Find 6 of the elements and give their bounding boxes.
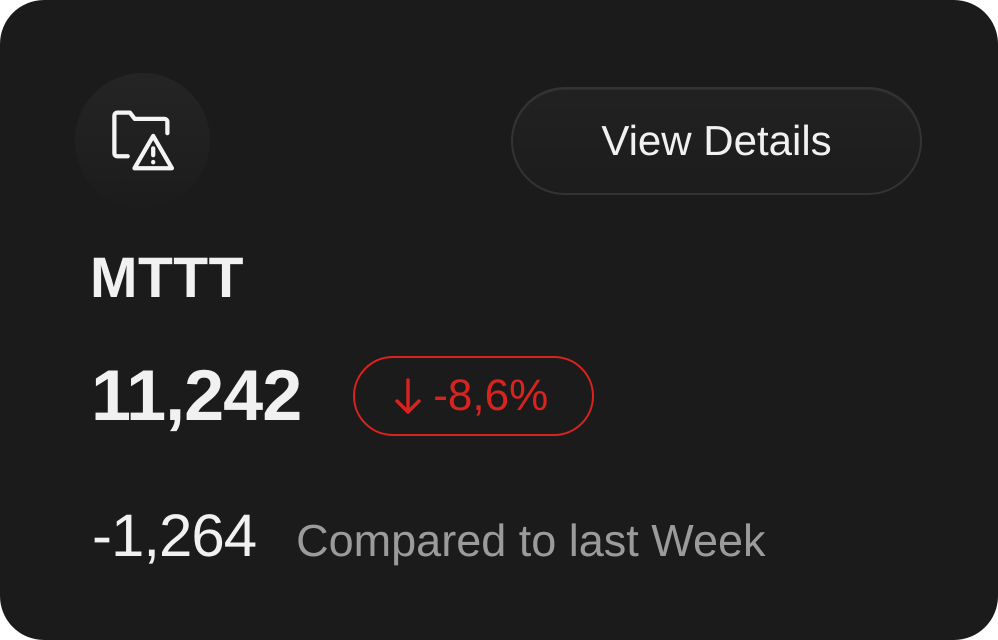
view-details-button[interactable]: View Details <box>511 86 922 194</box>
metric-title: MTTT <box>90 248 244 308</box>
delta-value: -1,264 <box>92 506 256 566</box>
comparison-label: Compared to last Week <box>296 514 766 568</box>
change-value: -8,6% <box>433 374 548 418</box>
metric-value: 11,242 <box>91 360 302 432</box>
